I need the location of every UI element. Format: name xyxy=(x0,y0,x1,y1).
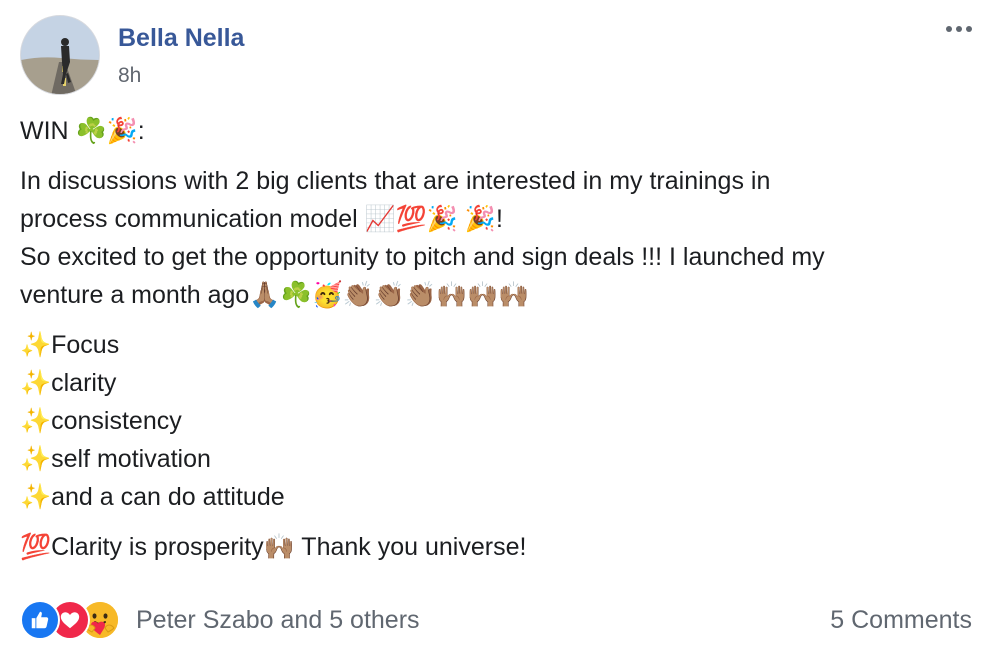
post-line: ✨Focus xyxy=(20,331,120,359)
post-paragraph: In discussions with 2 big clients that a… xyxy=(20,162,970,314)
post-line: ✨consistency xyxy=(20,407,182,435)
author-avatar[interactable] xyxy=(20,15,100,95)
post-line: 💯Clarity is prosperity🙌🏽 Thank you unive… xyxy=(20,533,527,561)
post-text: WIN ☘️🎉: In discussions with 2 big clien… xyxy=(20,112,970,566)
post-line: venture a month ago🙏🏽☘️🥳👏🏽👏🏽👏🏽🙌🏽🙌🏽🙌🏽 xyxy=(20,281,530,309)
post-paragraph: ✨Focus ✨clarity ✨consistency ✨self motiv… xyxy=(20,326,970,516)
reactors-link[interactable]: Peter Szabo and 5 others xyxy=(136,606,420,635)
post-footer: Peter Szabo and 5 others 5 Comments xyxy=(20,598,972,644)
comments-link[interactable]: 5 Comments xyxy=(830,606,972,635)
post-line: ✨self motivation xyxy=(20,445,211,473)
post-line: WIN ☘️🎉: xyxy=(20,117,145,145)
post-line: In discussions with 2 big clients that a… xyxy=(20,167,771,195)
post-line: ✨clarity xyxy=(20,369,117,397)
post-paragraph: 💯Clarity is prosperity🙌🏽 Thank you unive… xyxy=(20,528,970,566)
like-icon xyxy=(20,600,60,640)
more-options-button[interactable] xyxy=(938,17,980,41)
post-line: So excited to get the opportunity to pit… xyxy=(20,243,825,271)
post-line: ✨and a can do attitude xyxy=(20,483,285,511)
post-timestamp[interactable]: 8h xyxy=(118,64,141,88)
reaction-icons[interactable] xyxy=(20,600,130,640)
author-name[interactable]: Bella Nella xyxy=(118,24,244,53)
post-line: process communication model 📈💯🎉 🎉! xyxy=(20,205,503,233)
more-horizontal-icon xyxy=(944,26,974,32)
post-card: Bella Nella 8h WIN ☘️🎉: In discussions w… xyxy=(0,0,986,660)
post-paragraph: WIN ☘️🎉: xyxy=(20,112,970,150)
